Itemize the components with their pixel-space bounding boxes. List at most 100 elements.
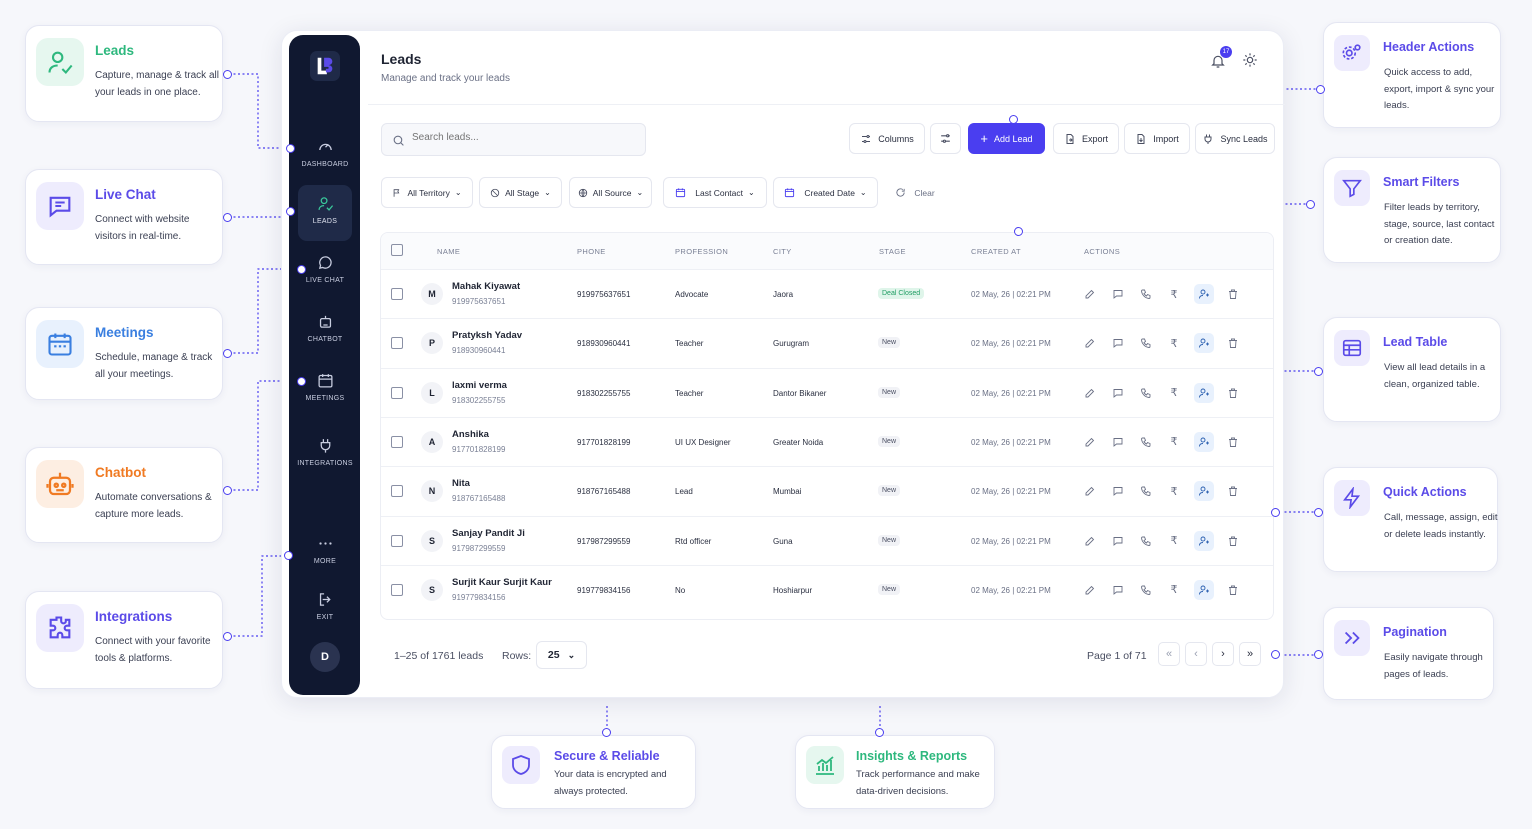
stage-badge: Deal Closed — [878, 288, 925, 299]
sidebar-item-chatbot[interactable]: CHATBOT — [298, 303, 352, 359]
message-icon[interactable] — [1108, 383, 1128, 403]
assign-user-icon[interactable] — [1194, 481, 1214, 502]
edit-icon[interactable] — [1080, 383, 1100, 403]
row-checkbox[interactable] — [391, 337, 403, 350]
lead-profession: Rtd officer — [675, 536, 712, 546]
filter-settings-button[interactable] — [930, 123, 961, 154]
sidebar-item-meetings[interactable]: MEETINGS — [298, 362, 352, 418]
lead-name[interactable]: Sanjay Pandit Ji — [452, 528, 525, 539]
lead-city: Gurugram — [773, 339, 810, 349]
trash-icon[interactable] — [1223, 580, 1243, 600]
sidebar-item-exit[interactable]: EXIT — [298, 581, 352, 637]
assign-user-icon[interactable] — [1194, 382, 1214, 403]
row-checkbox[interactable] — [391, 583, 403, 596]
rupee-icon[interactable]: ₹ — [1164, 432, 1184, 452]
row-checkbox[interactable] — [391, 435, 403, 448]
import-button[interactable]: Import — [1124, 123, 1190, 154]
edit-icon[interactable] — [1080, 333, 1100, 353]
lead-name[interactable]: laxmi verma — [452, 380, 507, 391]
trash-icon[interactable] — [1223, 481, 1243, 501]
col-header-name: NAME — [437, 247, 461, 256]
theme-toggle[interactable] — [1242, 52, 1258, 68]
rows-select[interactable]: 25 ⌄ — [536, 641, 587, 669]
trash-icon[interactable] — [1223, 432, 1243, 452]
row-checkbox[interactable] — [391, 386, 403, 399]
message-icon[interactable] — [1108, 531, 1128, 551]
filter-territory[interactable]: All Territory ⌄ — [381, 177, 473, 208]
trash-icon[interactable] — [1223, 531, 1243, 551]
table-row: S Surjit Kaur Surjit Kaur 919779834156 9197… — [381, 564, 1273, 614]
edit-icon[interactable] — [1080, 432, 1100, 452]
phone-icon[interactable] — [1136, 432, 1156, 452]
phone-icon[interactable] — [1136, 481, 1156, 501]
message-icon[interactable] — [1108, 580, 1128, 600]
assign-user-icon[interactable] — [1194, 579, 1214, 600]
rupee-icon[interactable]: ₹ — [1164, 333, 1184, 353]
assign-user-icon[interactable] — [1194, 333, 1214, 354]
filter-last-contact[interactable]: Last Contact ⌄ — [663, 177, 767, 208]
lead-subphone: 919975637651 — [452, 297, 506, 306]
message-icon[interactable] — [1108, 284, 1128, 304]
filter-source[interactable]: All Source ⌄ — [569, 177, 652, 208]
columns-button[interactable]: Columns — [849, 123, 925, 154]
select-all-checkbox[interactable] — [391, 244, 403, 256]
clear-filters-button[interactable]: Clear — [889, 177, 941, 208]
chevron-down-icon: ⌄ — [859, 188, 867, 197]
rupee-icon[interactable]: ₹ — [1164, 580, 1184, 600]
message-icon[interactable] — [1108, 481, 1128, 501]
trash-icon[interactable] — [1223, 284, 1243, 304]
sidebar-item-integrations[interactable]: INTEGRATIONS — [297, 427, 352, 483]
row-checkbox[interactable] — [391, 534, 403, 547]
row-checkbox[interactable] — [391, 288, 403, 300]
edit-icon[interactable] — [1080, 284, 1100, 304]
lead-name[interactable]: Surjit Kaur Surjit Kaur — [452, 577, 552, 588]
sidebar-item-dashboard[interactable]: DASHBOARD — [298, 128, 352, 184]
sync-leads-button[interactable]: Sync Leads — [1195, 123, 1275, 154]
assign-user-icon[interactable] — [1194, 431, 1214, 452]
export-button[interactable]: Export — [1053, 123, 1119, 154]
search-box[interactable] — [381, 123, 646, 156]
lead-name[interactable]: Pratyksh Yadav — [452, 330, 522, 341]
lead-name[interactable]: Anshika — [452, 429, 489, 440]
filter-stage[interactable]: All Stage ⌄ — [479, 177, 562, 208]
sidebar-item-more[interactable]: MORE — [298, 525, 352, 581]
trash-icon[interactable] — [1223, 383, 1243, 403]
rupee-icon[interactable]: ₹ — [1164, 531, 1184, 551]
message-icon[interactable] — [1108, 432, 1128, 452]
filter-created-date[interactable]: Created Date ⌄ — [773, 177, 878, 208]
sidebar-item-leads[interactable]: LEADS — [298, 185, 352, 241]
lead-name[interactable]: Mahak Kiyawat — [452, 281, 520, 292]
phone-icon[interactable] — [1136, 531, 1156, 551]
rupee-icon[interactable]: ₹ — [1164, 284, 1184, 304]
trash-icon[interactable] — [1223, 333, 1243, 353]
connector-dot — [1014, 227, 1023, 236]
rupee-icon[interactable]: ₹ — [1164, 481, 1184, 501]
avatar[interactable]: D — [310, 642, 340, 672]
edit-icon[interactable] — [1080, 531, 1100, 551]
last-page-button[interactable]: » — [1239, 642, 1261, 666]
first-page-button[interactable]: « — [1158, 642, 1180, 666]
notification-button[interactable]: 17 — [1210, 46, 1232, 70]
message-icon[interactable] — [1108, 333, 1128, 353]
add-lead-button[interactable]: + Add Lead — [968, 123, 1045, 154]
phone-icon[interactable] — [1136, 383, 1156, 403]
next-page-button[interactable]: › — [1212, 642, 1234, 666]
phone-icon[interactable] — [1136, 284, 1156, 304]
edit-icon[interactable] — [1080, 580, 1100, 600]
prev-page-button[interactable]: ‹ — [1185, 642, 1207, 666]
assign-user-icon[interactable] — [1194, 530, 1214, 551]
connector-dot — [1314, 650, 1323, 659]
phone-icon[interactable] — [1136, 580, 1156, 600]
rupee-icon[interactable]: ₹ — [1164, 383, 1184, 403]
phone-icon[interactable] — [1136, 333, 1156, 353]
col-header-phone: PHONE — [577, 247, 606, 256]
search-input[interactable] — [412, 132, 632, 143]
edit-icon[interactable] — [1080, 481, 1100, 501]
sidebar: DASHBOARD LEADS LIVE CHAT CHATBOT MEETIN… — [289, 35, 360, 695]
row-checkbox[interactable] — [391, 485, 403, 498]
sidebar-item-live-chat[interactable]: LIVE CHAT — [298, 244, 352, 300]
assign-user-icon[interactable] — [1194, 284, 1214, 304]
lead-name[interactable]: Nita — [452, 478, 470, 489]
lead-profession: Lead — [675, 487, 693, 497]
export-label: Export — [1081, 133, 1108, 144]
